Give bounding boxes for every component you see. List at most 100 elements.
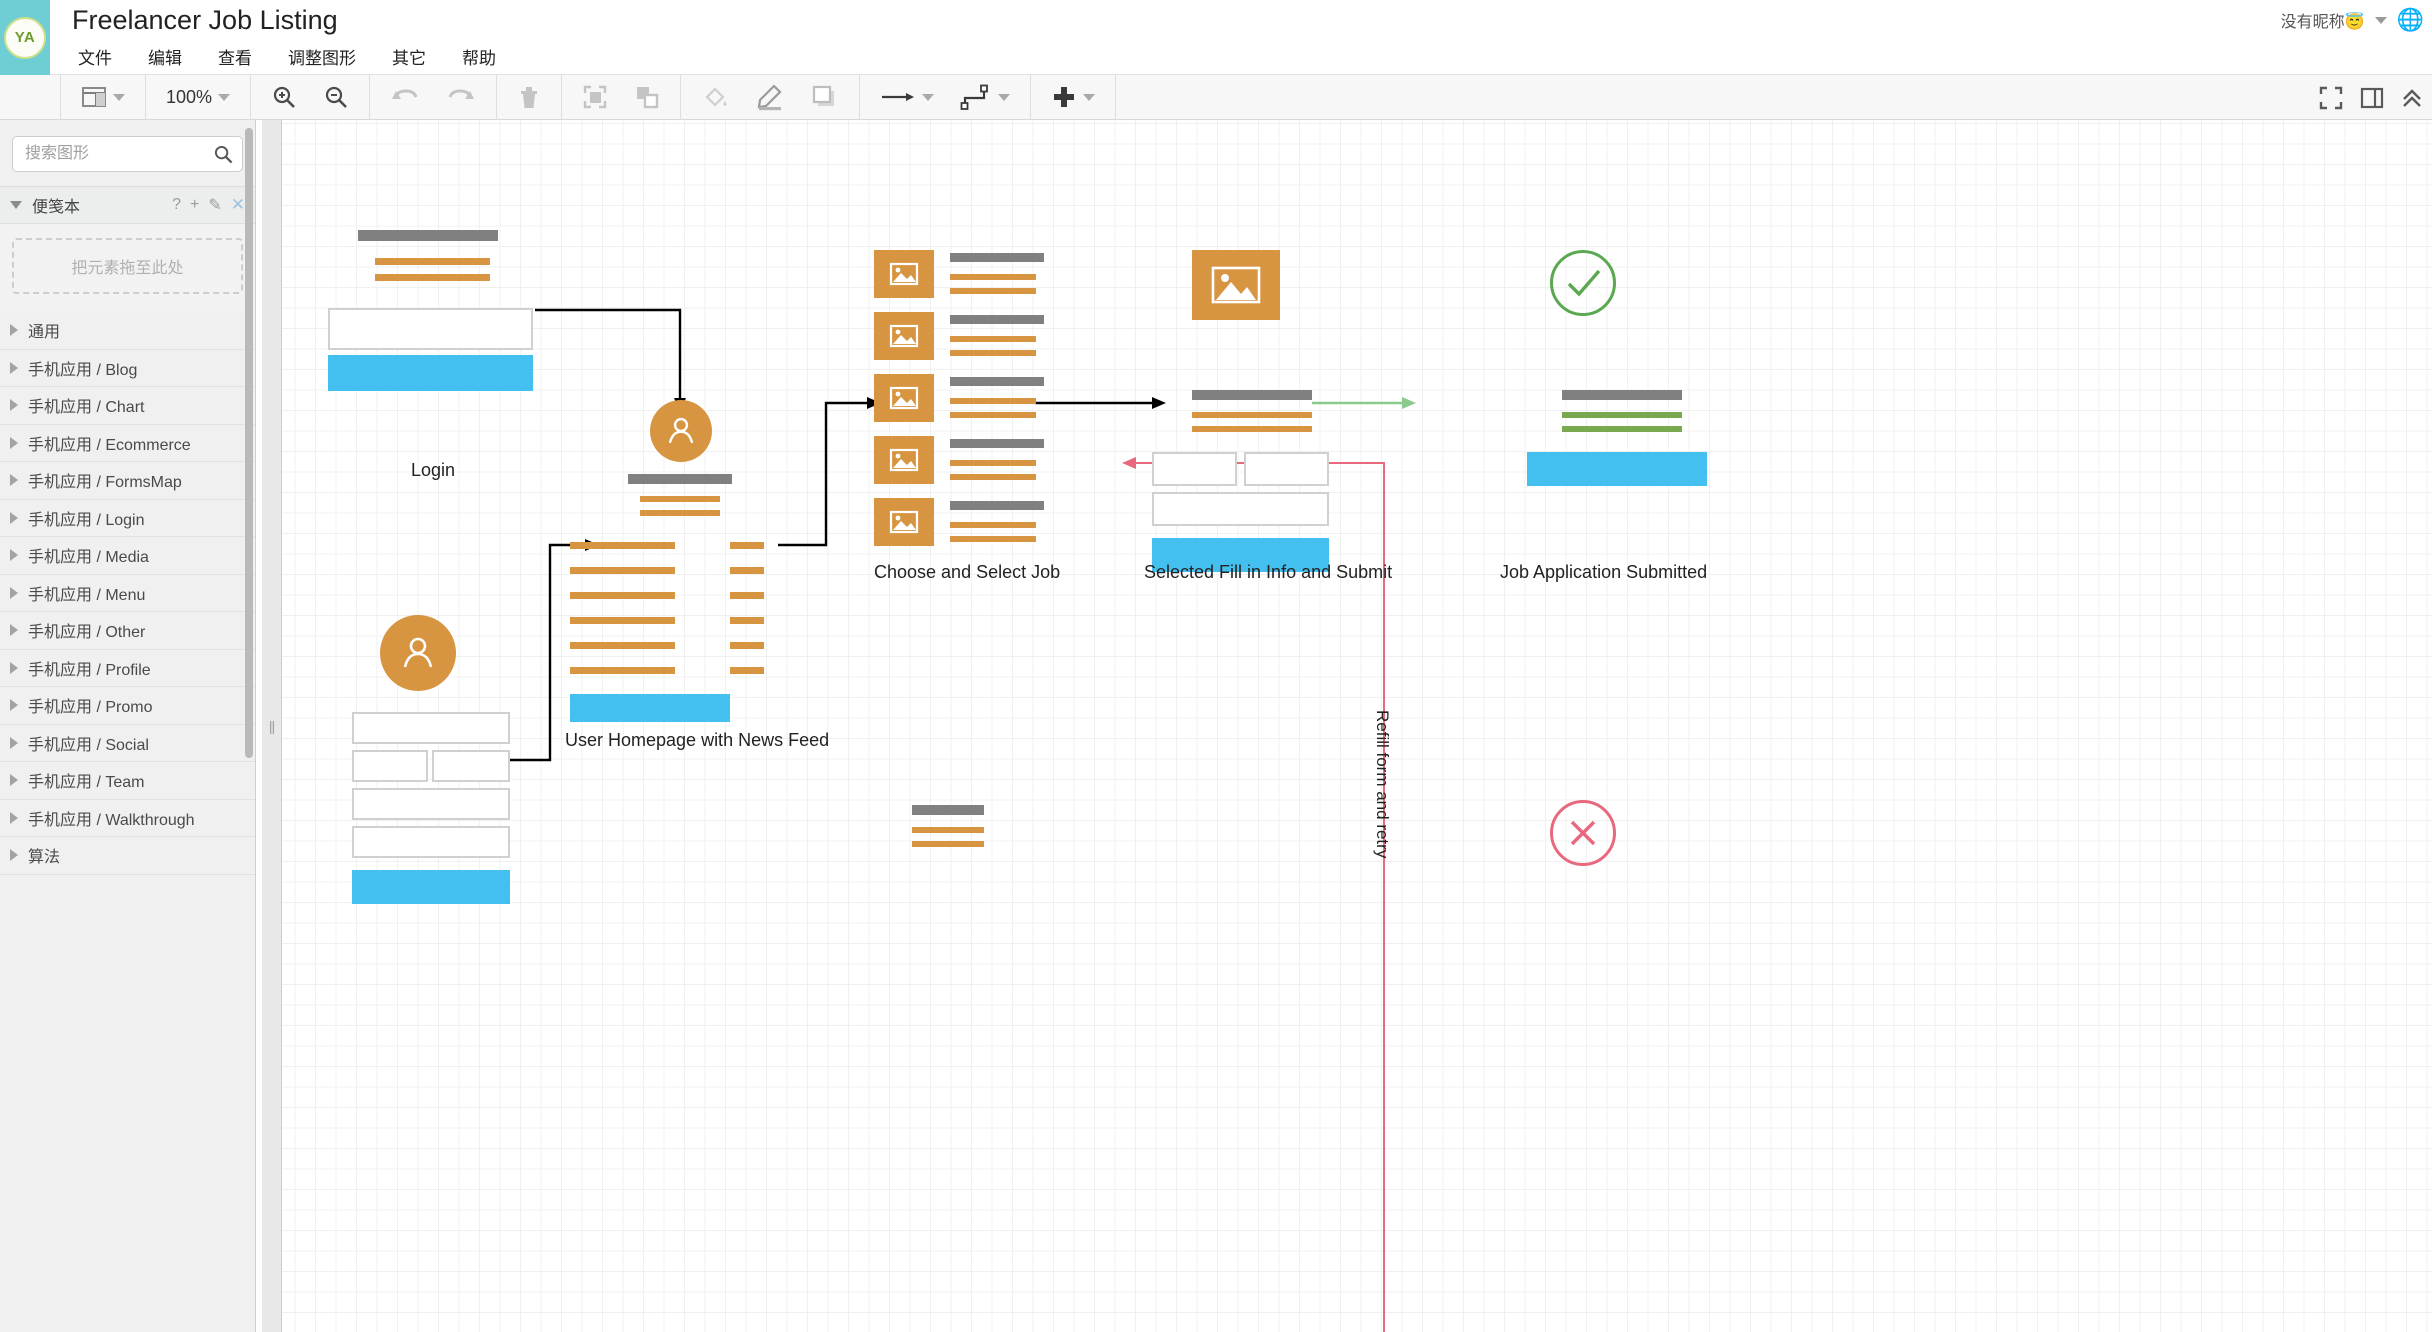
scratchpad-header[interactable]: 便笺本 ? + ✎ ✕: [0, 186, 255, 224]
text-line: [375, 274, 490, 281]
add-icon[interactable]: +: [190, 196, 199, 214]
triangle-right-icon: [10, 736, 18, 749]
menu-view[interactable]: 查看: [216, 42, 254, 71]
node-label-homepage: User Homepage with News Feed: [565, 730, 830, 750]
sidebar-item-social[interactable]: 手机应用 / Social: [0, 724, 255, 762]
app-logo[interactable]: YA: [0, 0, 50, 75]
redo-button[interactable]: [440, 82, 482, 112]
sidebar-item-media[interactable]: 手机应用 / Media: [0, 537, 255, 575]
primary-button[interactable]: [352, 870, 510, 904]
edit-icon[interactable]: ✎: [208, 195, 221, 215]
text-line: [950, 474, 1036, 480]
signup-form-mock[interactable]: [352, 615, 562, 995]
triangle-right-icon: [10, 399, 18, 412]
sidebar-item-menu[interactable]: 手机应用 / Menu: [0, 574, 255, 612]
input-field[interactable]: [432, 750, 510, 782]
text-line: [912, 841, 984, 847]
sidebar-item-ecommerce[interactable]: 手机应用 / Ecommerce: [0, 424, 255, 462]
delete-button[interactable]: [511, 81, 547, 113]
notification-mock[interactable]: [912, 805, 1042, 885]
help-icon[interactable]: ?: [172, 196, 181, 214]
line-color-button[interactable]: [749, 80, 791, 114]
news-feed-mock[interactable]: User Homepage with News Feed: [565, 400, 842, 750]
sidebar-item-chart[interactable]: 手机应用 / Chart: [0, 387, 255, 425]
sidebar-scrollbar[interactable]: [245, 128, 253, 758]
bring-to-front-button[interactable]: [576, 81, 614, 113]
search-icon[interactable]: [214, 145, 233, 164]
text-line: [730, 617, 764, 624]
menu-edit[interactable]: 编辑: [146, 42, 184, 71]
menu-extras[interactable]: 其它: [390, 42, 428, 71]
job-list-mock[interactable]: Choose and Select Job: [874, 250, 1154, 582]
panel-icon[interactable]: [2360, 86, 2384, 110]
connector-arrow-button[interactable]: [874, 84, 940, 110]
sidebar-item-profile[interactable]: 手机应用 / Profile: [0, 649, 255, 687]
error-screen-mock[interactable]: [1452, 800, 1772, 1000]
globe-icon[interactable]: 🌐: [2397, 9, 2424, 31]
zoom-level-button[interactable]: 100%: [160, 84, 236, 111]
primary-button[interactable]: [570, 694, 730, 722]
diagram-canvas[interactable]: Login User Homepage with News Feed Choos…: [282, 120, 2432, 1332]
scratchpad-actions: ? + ✎ ✕: [172, 195, 245, 215]
input-field[interactable]: [1152, 452, 1237, 486]
app-header: YA Freelancer Job Listing 文件 编辑 查看 调整图形 …: [0, 0, 2432, 75]
insert-button[interactable]: [1045, 81, 1101, 113]
primary-button[interactable]: [1527, 452, 1707, 486]
input-field[interactable]: [352, 788, 510, 820]
menu-help[interactable]: 帮助: [460, 42, 498, 71]
search-box[interactable]: [12, 136, 243, 172]
thumbnail: [874, 498, 934, 546]
text-line: [570, 617, 675, 624]
sidebar-item-promo[interactable]: 手机应用 / Promo: [0, 687, 255, 725]
thumbnail-large: [1192, 250, 1280, 320]
text-line: [640, 496, 720, 502]
sidebar-item-other[interactable]: 手机应用 / Other: [0, 612, 255, 650]
sidebar-item-formsmap[interactable]: 手机应用 / FormsMap: [0, 462, 255, 500]
title-bar: [950, 439, 1044, 448]
input-field[interactable]: [328, 308, 533, 350]
triangle-right-icon: [10, 436, 18, 449]
send-to-back-button[interactable]: [628, 81, 666, 113]
sidebar-item-walkthrough[interactable]: 手机应用 / Walkthrough: [0, 799, 255, 837]
text-line: [570, 567, 675, 574]
undo-button[interactable]: [384, 82, 426, 112]
input-field[interactable]: [352, 712, 510, 744]
shadow-button[interactable]: [805, 81, 845, 113]
sidebar-item-label: 手机应用 / Ecommerce: [28, 436, 191, 454]
sidebar-item-algorithm[interactable]: 算法: [0, 837, 255, 875]
login-screen-mock[interactable]: Login: [328, 230, 548, 500]
chevron-down-icon[interactable]: [2374, 16, 2387, 24]
zoom-in-button[interactable]: [265, 81, 303, 113]
close-icon[interactable]: ✕: [231, 195, 245, 215]
fill-color-button[interactable]: [695, 81, 735, 113]
sidebar-item-blog[interactable]: 手机应用 / Blog: [0, 349, 255, 387]
input-field[interactable]: [1152, 492, 1329, 526]
input-field[interactable]: [1244, 452, 1329, 486]
waypoints-button[interactable]: [954, 81, 1016, 113]
text-line: [730, 592, 764, 599]
primary-button[interactable]: [328, 355, 533, 391]
sidebar-splitter[interactable]: ||: [262, 120, 282, 1332]
image-icon: [889, 386, 919, 410]
sidebar-item-general[interactable]: 通用: [0, 312, 255, 350]
chevrons-up-icon[interactable]: [2400, 86, 2424, 110]
application-form-mock[interactable]: Selected Fill in Info and Submit: [1144, 250, 1452, 582]
success-screen-mock[interactable]: Job Application Submitted: [1452, 250, 1772, 582]
zoom-out-button[interactable]: [317, 81, 355, 113]
account-name[interactable]: 没有昵称😇: [2281, 8, 2365, 32]
search-input[interactable]: [13, 137, 242, 171]
sidebar-item-label: 手机应用 / FormsMap: [28, 474, 182, 492]
header-account-area: 没有昵称😇 🌐: [2281, 8, 2424, 32]
scratchpad-dropzone[interactable]: 把元素拖至此处: [12, 238, 243, 294]
toolbar-group-connectors: [860, 74, 1032, 120]
sidebar-item-login[interactable]: 手机应用 / Login: [0, 499, 255, 537]
title-bar: [950, 315, 1044, 324]
sidebar-item-team[interactable]: 手机应用 / Team: [0, 762, 255, 800]
toolbar-right-group: [2318, 75, 2424, 120]
menu-arrange[interactable]: 调整图形: [286, 42, 358, 71]
input-field[interactable]: [352, 826, 510, 858]
input-field[interactable]: [352, 750, 428, 782]
menu-file[interactable]: 文件: [76, 42, 114, 71]
fullscreen-icon[interactable]: [2318, 85, 2344, 111]
layout-picker-button[interactable]: [75, 82, 131, 112]
